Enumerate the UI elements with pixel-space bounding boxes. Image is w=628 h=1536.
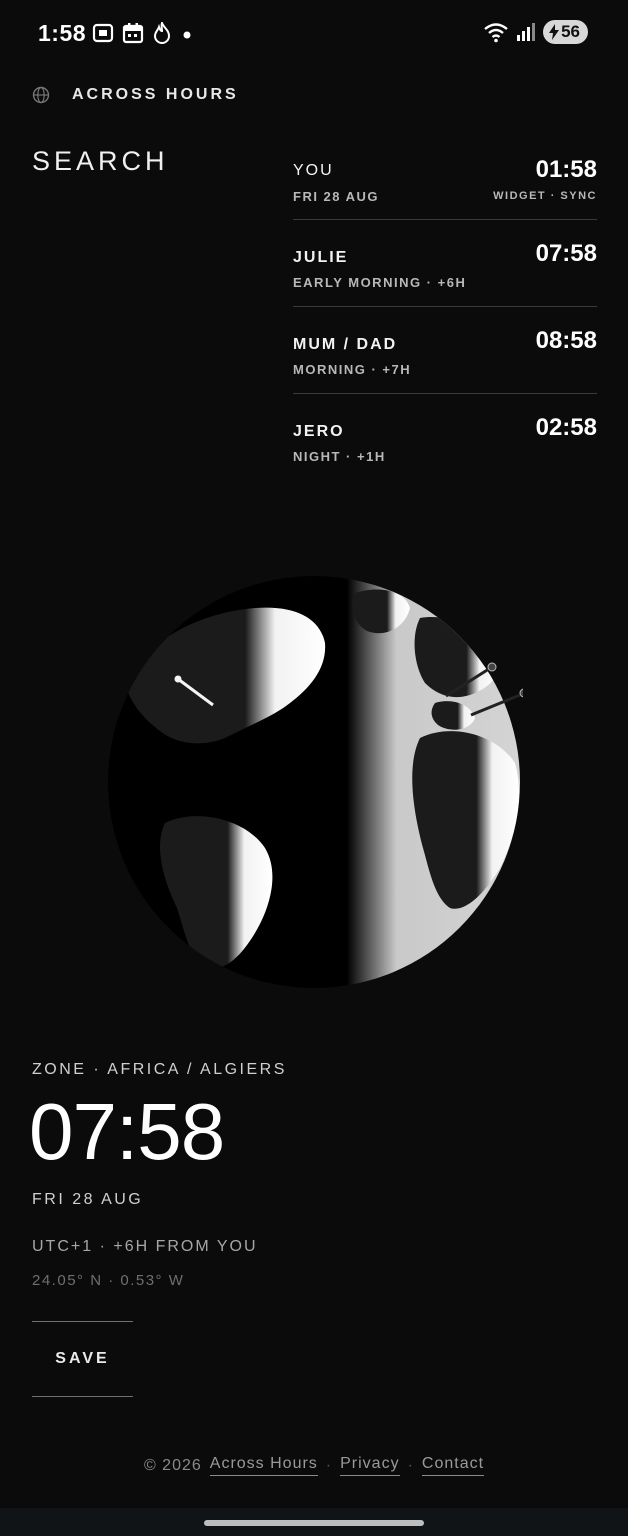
clock-row-jero[interactable]: JERO NIGHT · +1H 02:58 — [293, 394, 597, 481]
battery-level: 56 — [561, 22, 580, 41]
separator: · — [325, 1456, 333, 1474]
clock-time: 07:58 — [535, 240, 597, 267]
navigation-bar — [0, 1508, 628, 1536]
zone-label: ZONE · AFRICA / ALGIERS — [32, 1061, 287, 1078]
clock-row-julie[interactable]: JULIE EARLY MORNING · +6H 07:58 — [293, 220, 597, 307]
zone-time: 07:58 — [29, 1087, 225, 1176]
clock-name: MUM / DAD — [293, 336, 398, 353]
flame-icon — [153, 22, 171, 44]
clock-row-mum-dad[interactable]: MUM / DAD MORNING · +7H 08:58 — [293, 307, 597, 394]
battery-indicator: 56 — [543, 20, 588, 44]
globe-svg[interactable] — [105, 573, 529, 991]
widget-sync-link[interactable]: WIDGET · SYNC — [493, 190, 597, 202]
calendar-icon — [122, 23, 144, 44]
copyright-text: © 2026 — [143, 1456, 202, 1474]
clock-name: JULIE — [293, 249, 349, 266]
clock-name: JERO — [293, 423, 345, 440]
privacy-link[interactable]: Privacy — [340, 1455, 400, 1476]
save-button[interactable]: SAVE — [32, 1321, 133, 1397]
screenshot-icon — [92, 23, 114, 43]
clock-list: YOU FRI 28 AUG 01:58 WIDGET · SYNC JULIE… — [293, 152, 597, 481]
charging-bolt-icon — [549, 24, 560, 40]
clock-time: 08:58 — [535, 327, 597, 354]
globe-icon — [32, 86, 50, 104]
footer: © 2026 Across Hours · Privacy · Contact — [0, 1455, 628, 1476]
clock-time: 02:58 — [535, 414, 597, 441]
brand-name: ACROSS HOURS — [72, 86, 239, 103]
zone-offset: UTC+1 · +6H FROM YOU — [32, 1238, 258, 1255]
home-handle[interactable] — [204, 1520, 424, 1526]
brand-link[interactable]: Across Hours — [209, 1455, 318, 1476]
signal-icon — [517, 23, 536, 41]
search-button[interactable]: SEARCH — [32, 146, 169, 177]
clock-time: 01:58 — [535, 156, 597, 183]
zone-coordinates: 24.05° N · 0.53° W — [32, 1272, 185, 1289]
pin-you[interactable] — [174, 675, 182, 683]
status-bar: 1:58 56 — [0, 0, 628, 70]
pin-julie[interactable] — [487, 662, 497, 672]
globe[interactable] — [105, 573, 529, 991]
wifi-icon — [484, 23, 508, 43]
clock-period: MORNING · +7H — [293, 362, 412, 377]
dot-icon — [183, 31, 191, 39]
clock-period: NIGHT · +1H — [293, 449, 386, 464]
clock-row-you[interactable]: YOU FRI 28 AUG 01:58 WIDGET · SYNC — [293, 152, 597, 220]
contact-link[interactable]: Contact — [421, 1455, 485, 1476]
separator: · — [407, 1456, 414, 1474]
brand[interactable]: ACROSS HOURS — [32, 86, 239, 104]
zone-date: FRI 28 AUG — [32, 1191, 144, 1208]
system-icons: 56 — [483, 20, 588, 44]
clock-name: YOU — [293, 162, 334, 179]
clock-period: EARLY MORNING · +6H — [293, 275, 467, 290]
status-time: 1:58 — [38, 20, 87, 46]
clock-date: FRI 28 AUG — [293, 189, 380, 204]
notification-icons — [92, 22, 194, 44]
